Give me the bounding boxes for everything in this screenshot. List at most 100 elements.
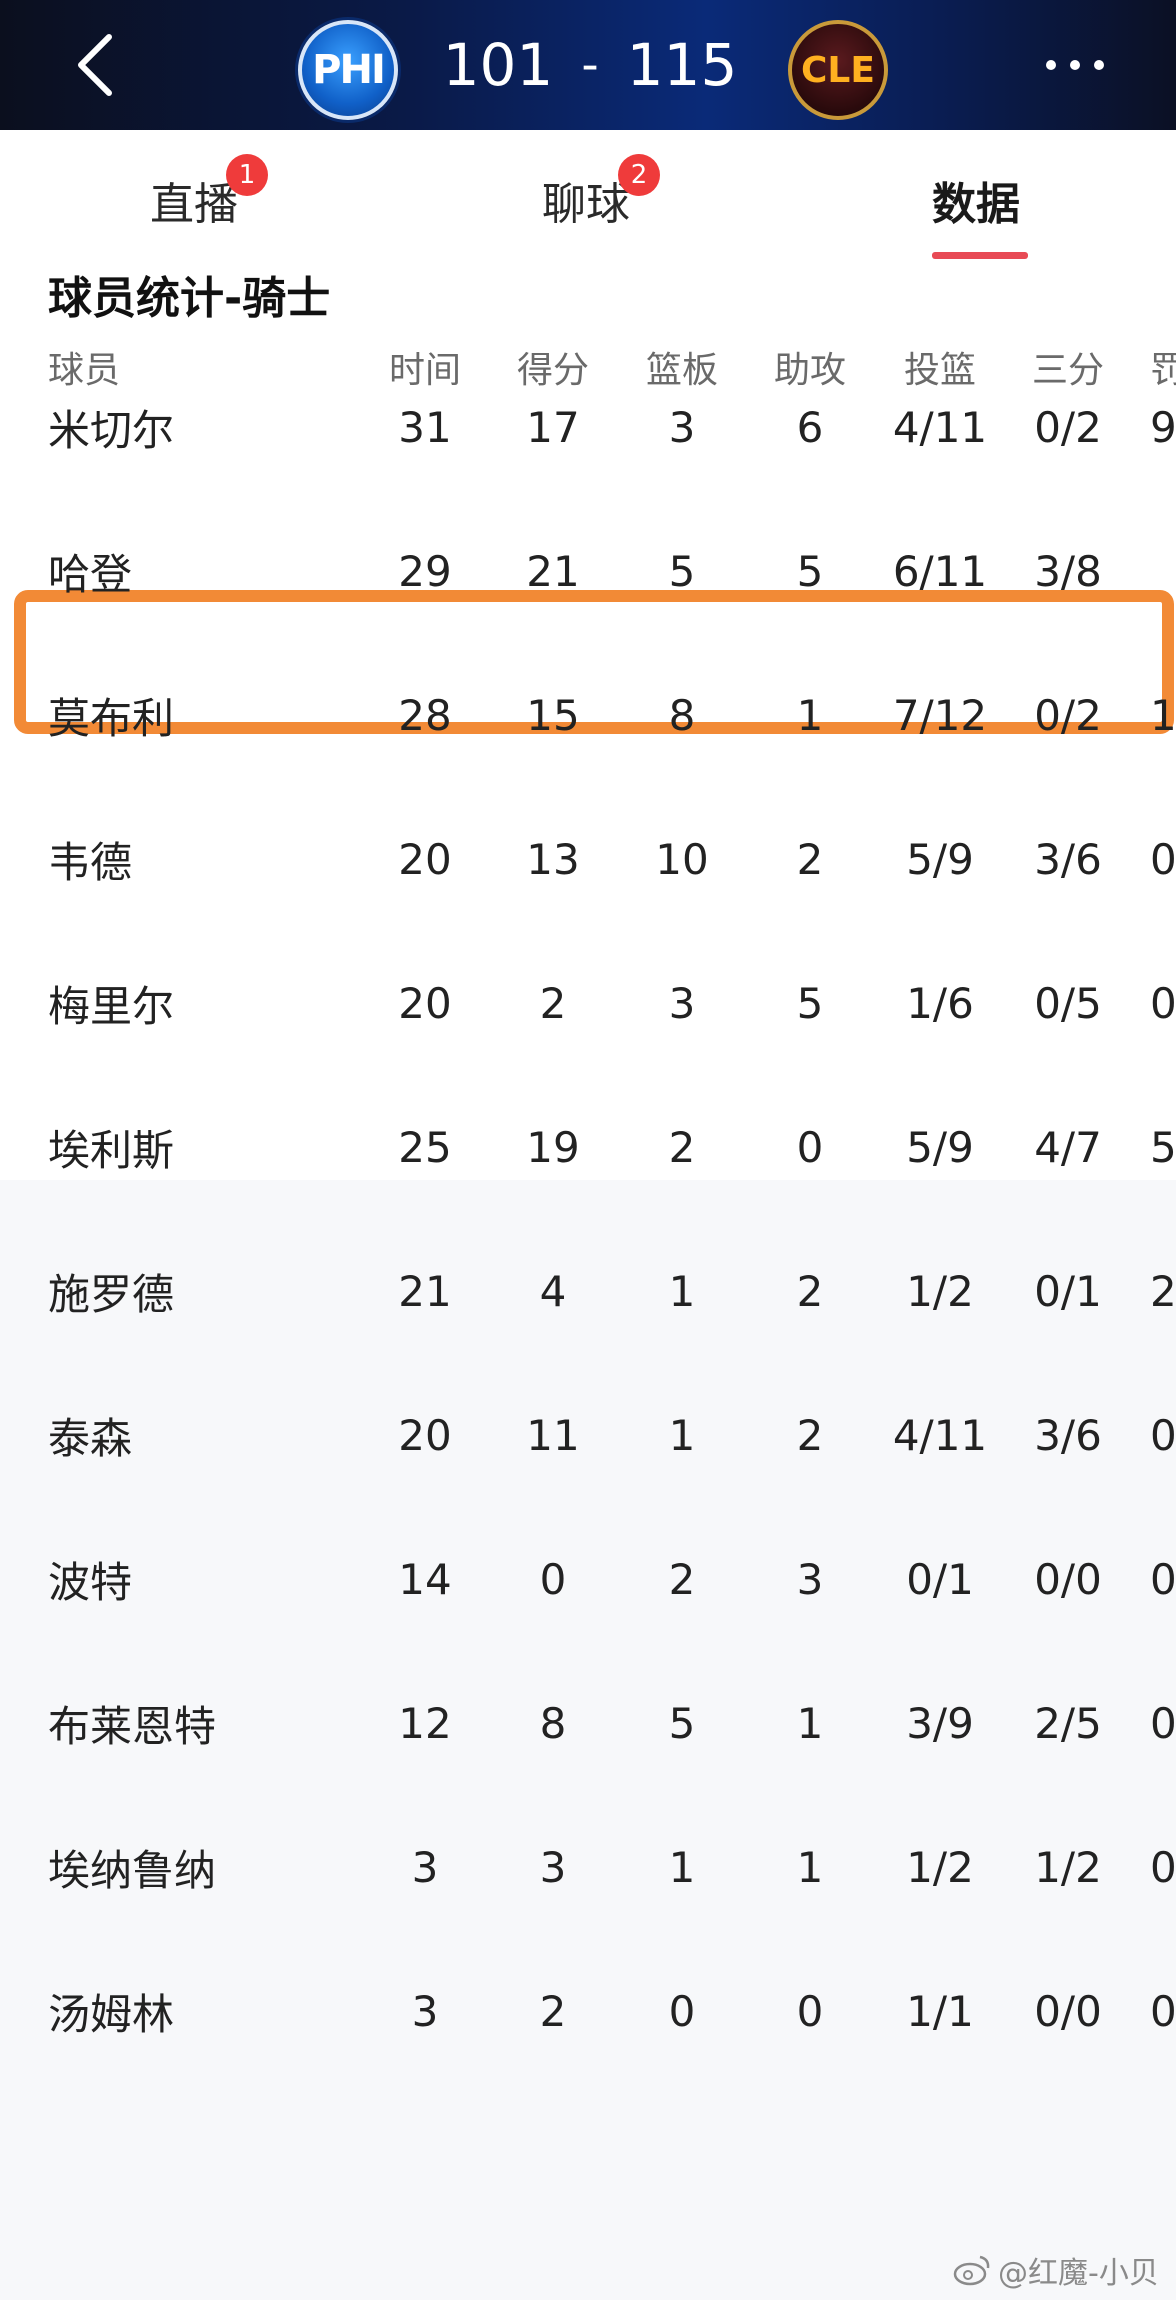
stat-pts: 19 bbox=[526, 1122, 580, 1172]
table-row[interactable]: 泰森 20 11 1 2 4/11 3/6 0 bbox=[0, 1363, 1176, 1507]
stat-ft: 5 bbox=[1150, 1122, 1176, 1172]
score-header: PHI 101 - 115 CLE bbox=[0, 0, 1176, 130]
table-row[interactable]: 汤姆林 3 2 0 0 1/1 0/0 0 bbox=[0, 1939, 1176, 2083]
stat-reb: 2 bbox=[668, 1554, 696, 1604]
stat-ast: 5 bbox=[796, 546, 824, 596]
stat-tp: 1/2 bbox=[1034, 1842, 1102, 1892]
stat-fg: 1/2 bbox=[906, 1842, 974, 1892]
stat-tp: 3/6 bbox=[1034, 834, 1102, 884]
stat-tp: 0/5 bbox=[1034, 978, 1102, 1028]
player-name: 泰森 bbox=[48, 1413, 133, 1463]
stat-reb: 1 bbox=[668, 1842, 696, 1892]
more-options-button[interactable] bbox=[1025, 35, 1125, 95]
stat-pts: 2 bbox=[539, 1986, 567, 2036]
stat-ft: 0 bbox=[1150, 1986, 1176, 2036]
scoreline: 101 - 115 bbox=[420, 22, 760, 108]
stat-reb: 0 bbox=[668, 1986, 696, 2036]
away-score: 115 bbox=[626, 31, 738, 99]
player-name: 埃利斯 bbox=[48, 1125, 175, 1175]
stat-reb: 1 bbox=[668, 1410, 696, 1460]
stat-tp: 0/0 bbox=[1034, 1554, 1102, 1604]
table-row[interactable]: 梅里尔 20 2 3 5 1/6 0/5 0 bbox=[0, 931, 1176, 1075]
table-row[interactable]: 波特 14 0 2 3 0/1 0/0 0 bbox=[0, 1507, 1176, 1651]
stat-tp: 4/7 bbox=[1034, 1122, 1102, 1172]
table-row[interactable]: 布莱恩特 12 8 5 1 3/9 2/5 0 bbox=[0, 1651, 1176, 1795]
watermark-text: @红魔-小贝 bbox=[998, 2256, 1159, 2291]
back-button[interactable] bbox=[55, 25, 135, 105]
stat-ast: 3 bbox=[796, 1554, 824, 1604]
table-row[interactable]: 埃纳鲁纳 3 3 1 1 1/2 1/2 0 bbox=[0, 1795, 1176, 1939]
table-row[interactable]: 莫布利 28 15 8 1 7/12 0/2 1 bbox=[0, 643, 1176, 787]
stat-pts: 2 bbox=[539, 978, 567, 1028]
stat-reb: 3 bbox=[668, 402, 696, 452]
stat-min: 12 bbox=[398, 1698, 452, 1748]
table-row[interactable]: 施罗德 21 4 1 2 1/2 0/1 2 bbox=[0, 1219, 1176, 1363]
home-team-logo[interactable]: PHI bbox=[298, 20, 398, 120]
score-separator: - bbox=[581, 37, 599, 93]
table-row[interactable]: 韦德 20 13 10 2 5/9 3/6 0 bbox=[0, 787, 1176, 931]
stat-ft: 9 bbox=[1150, 402, 1176, 452]
stat-reb: 1 bbox=[668, 1266, 696, 1316]
stat-ft: 0 bbox=[1150, 834, 1176, 884]
tab-chat[interactable]: 聊球 2 bbox=[542, 154, 660, 232]
home-team-abbr: PHI bbox=[312, 47, 386, 93]
stat-ast: 6 bbox=[796, 402, 824, 452]
stat-reb: 10 bbox=[655, 834, 709, 884]
stat-min: 20 bbox=[398, 1410, 452, 1460]
stat-reb: 2 bbox=[668, 1122, 696, 1172]
stat-ft: 0 bbox=[1150, 1842, 1176, 1892]
table-row[interactable]: 埃利斯 25 19 2 0 5/9 4/7 5 bbox=[0, 1075, 1176, 1219]
stat-ast: 1 bbox=[796, 1698, 824, 1748]
stat-min: 29 bbox=[398, 546, 452, 596]
chevron-left-icon bbox=[78, 34, 112, 96]
table-row[interactable]: 哈登 29 21 5 5 6/11 3/8 bbox=[0, 499, 1176, 643]
home-score: 101 bbox=[442, 31, 554, 99]
stat-ast: 2 bbox=[796, 834, 824, 884]
stat-min: 3 bbox=[411, 1842, 439, 1892]
stat-min: 31 bbox=[398, 402, 452, 452]
stat-reb: 8 bbox=[668, 690, 696, 740]
stat-fg: 7/12 bbox=[892, 690, 988, 740]
player-name: 汤姆林 bbox=[48, 1989, 175, 2039]
active-tab-indicator bbox=[932, 252, 1028, 259]
player-name: 施罗德 bbox=[48, 1269, 175, 1319]
stat-ast: 2 bbox=[796, 1266, 824, 1316]
stat-fg: 0/1 bbox=[906, 1554, 974, 1604]
stat-reb: 3 bbox=[668, 978, 696, 1028]
tab-live-label: 直播 bbox=[150, 179, 238, 230]
stat-min: 20 bbox=[398, 978, 452, 1028]
stat-fg: 6/11 bbox=[892, 546, 988, 596]
stat-ft bbox=[1150, 499, 1176, 643]
tab-data[interactable]: 数据 bbox=[932, 168, 1020, 232]
stat-ft: 2 bbox=[1150, 1266, 1176, 1316]
more-dot-icon bbox=[1046, 60, 1056, 70]
away-team-logo[interactable]: CLE bbox=[788, 20, 888, 120]
tab-chat-badge: 2 bbox=[618, 154, 660, 196]
stat-tp: 0/1 bbox=[1034, 1266, 1102, 1316]
stat-tp: 0/2 bbox=[1034, 402, 1102, 452]
tab-bar: 直播 1 聊球 2 数据 bbox=[0, 130, 1176, 270]
stat-reb: 5 bbox=[668, 1698, 696, 1748]
player-name: 哈登 bbox=[48, 549, 133, 599]
stat-pts: 21 bbox=[526, 546, 580, 596]
stat-min: 20 bbox=[398, 834, 452, 884]
stat-ast: 0 bbox=[796, 1122, 824, 1172]
stat-ast: 0 bbox=[796, 1986, 824, 2036]
stat-pts: 3 bbox=[539, 1842, 567, 1892]
stat-pts: 15 bbox=[526, 690, 580, 740]
stat-fg: 4/11 bbox=[892, 1410, 988, 1460]
stat-fg: 4/11 bbox=[892, 402, 988, 452]
more-dot-icon bbox=[1070, 60, 1080, 70]
stat-fg: 1/6 bbox=[906, 978, 974, 1028]
table-row[interactable]: 米切尔 31 17 3 6 4/11 0/2 9 bbox=[0, 355, 1176, 499]
stat-pts: 11 bbox=[526, 1410, 580, 1460]
stat-min: 21 bbox=[398, 1266, 452, 1316]
stat-ft: 1 bbox=[1150, 690, 1176, 740]
player-name: 波特 bbox=[48, 1557, 133, 1607]
tab-data-label: 数据 bbox=[932, 179, 1020, 230]
player-name: 埃纳鲁纳 bbox=[48, 1845, 217, 1895]
stat-ast: 2 bbox=[796, 1410, 824, 1460]
stat-pts: 8 bbox=[539, 1698, 567, 1748]
stat-pts: 0 bbox=[539, 1554, 567, 1604]
tab-live[interactable]: 直播 1 bbox=[150, 154, 268, 232]
